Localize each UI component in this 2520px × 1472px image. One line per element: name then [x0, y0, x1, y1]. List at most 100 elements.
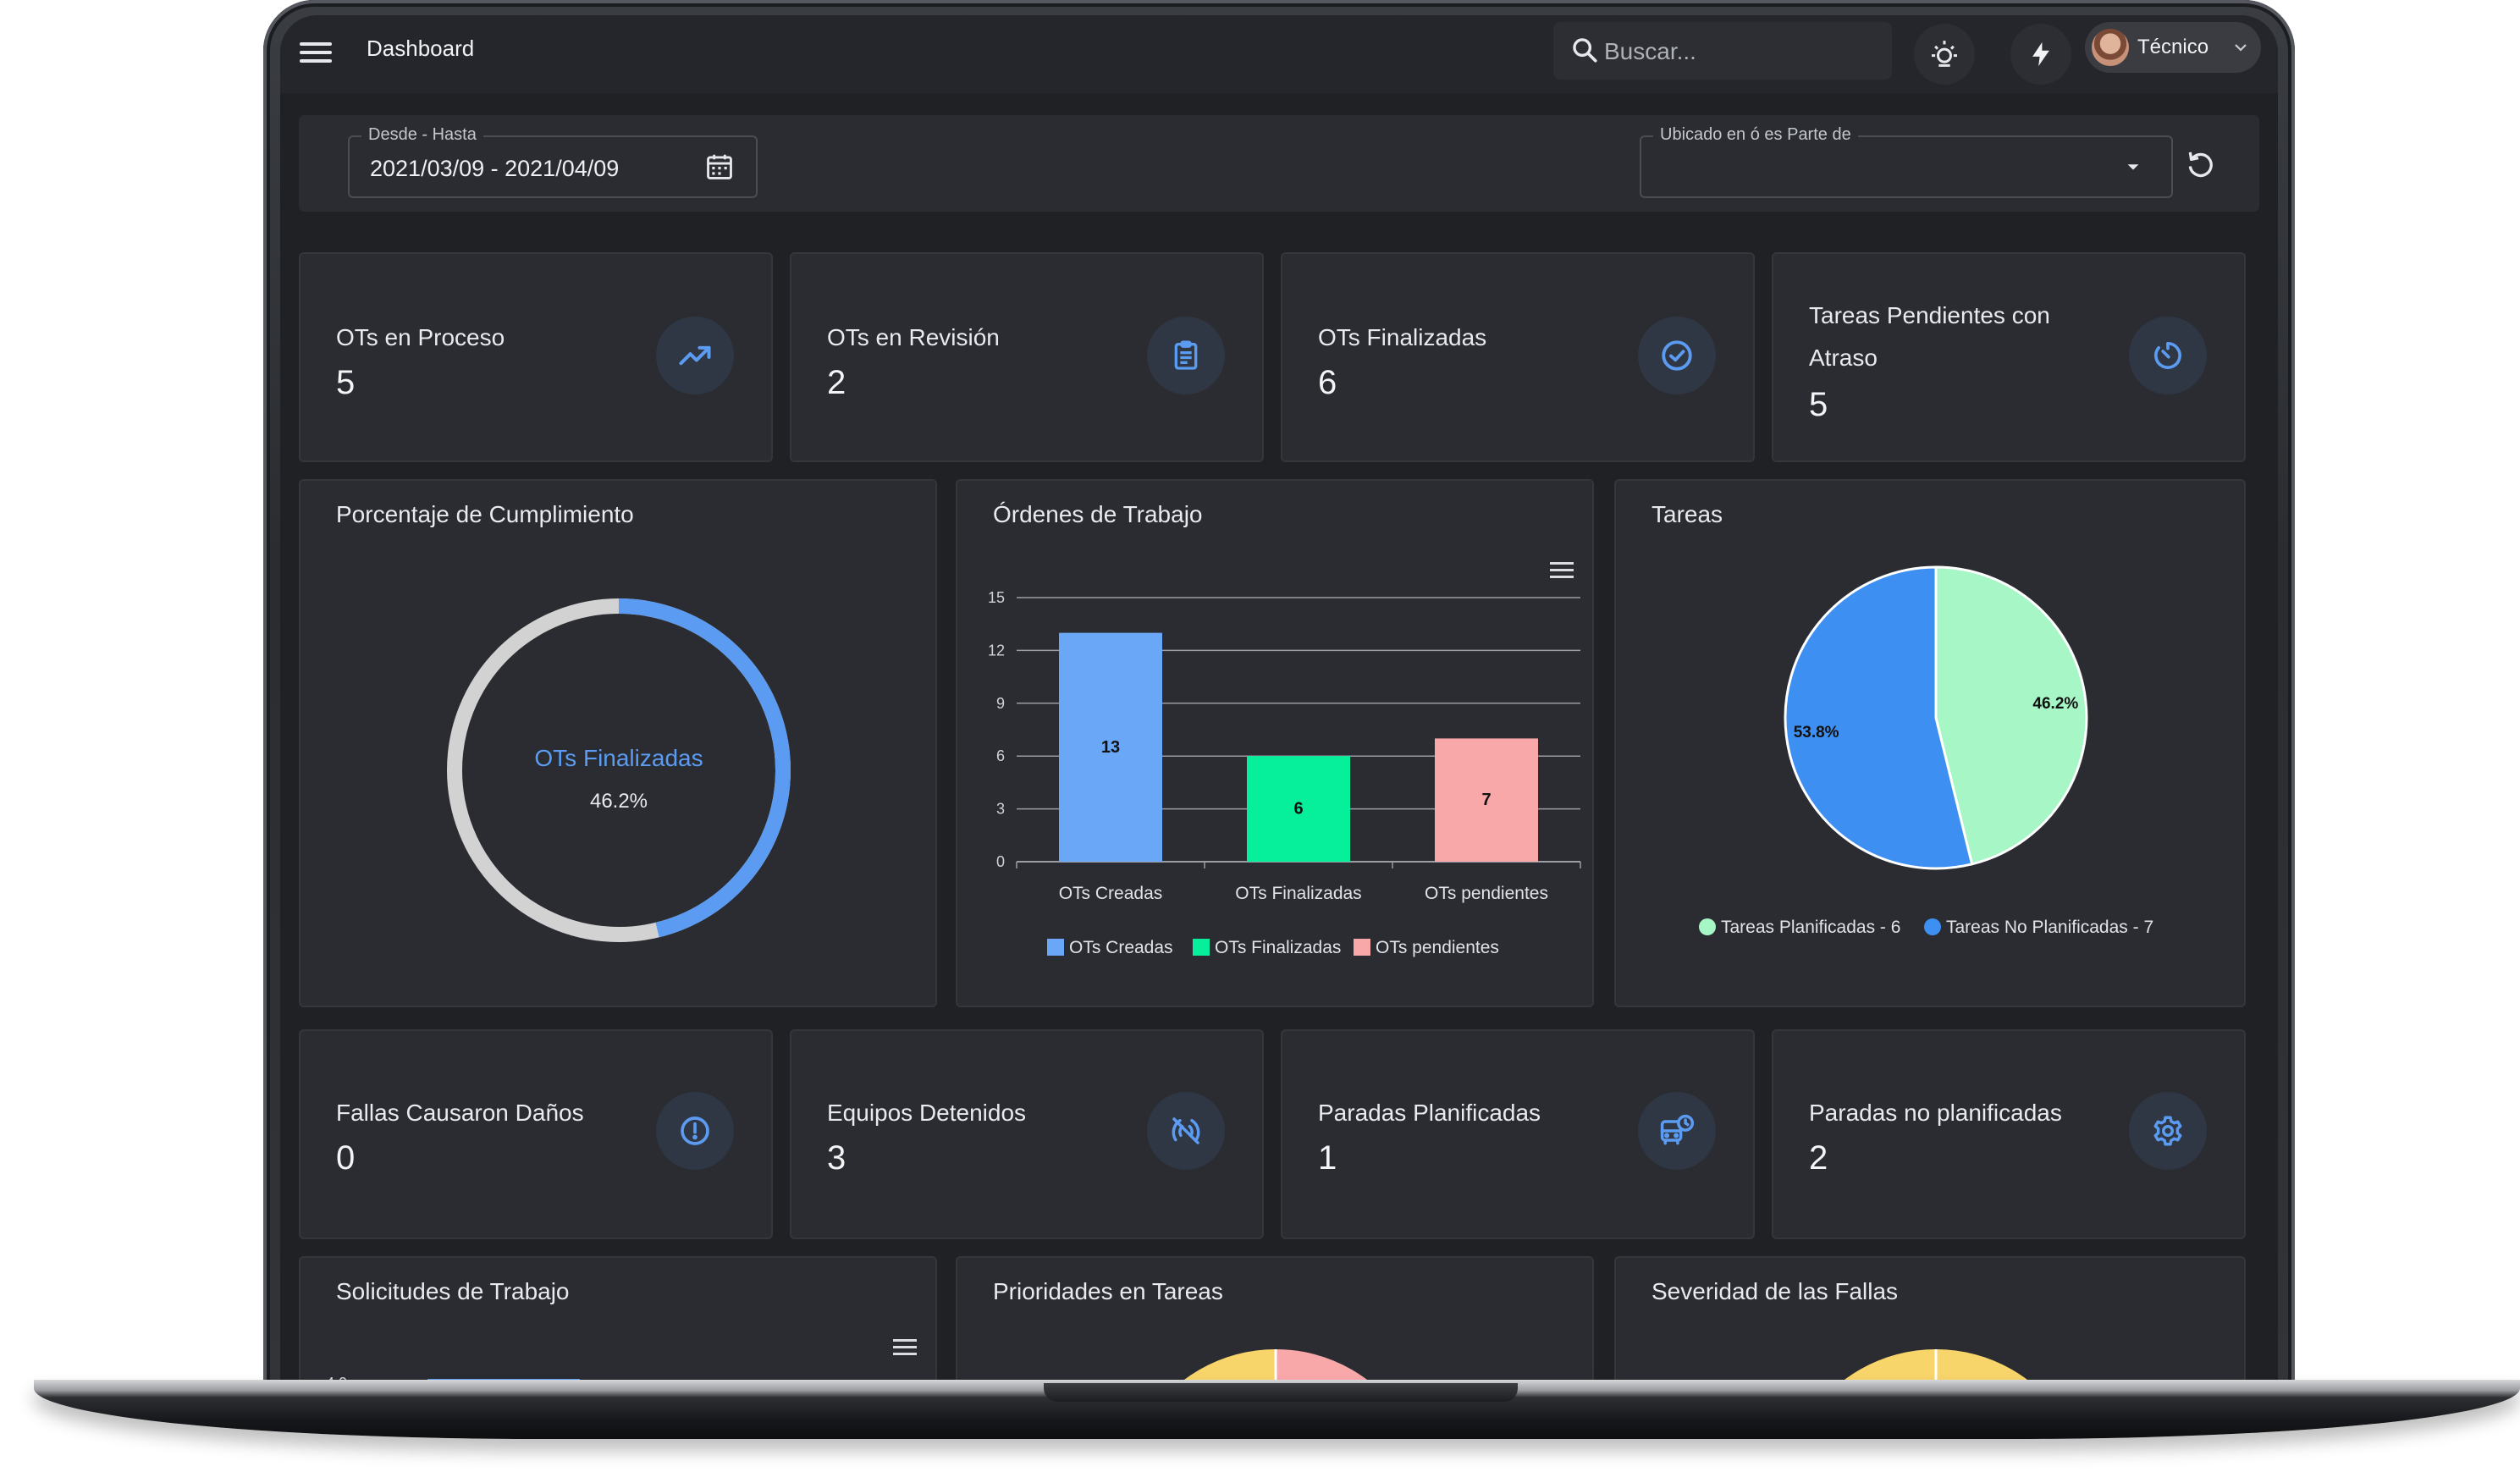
legend-swatch [1924, 918, 1941, 935]
location-label: Ubicado en ó es Parte de [1653, 125, 1858, 145]
stat-label: Paradas Planificadas [1318, 1100, 1541, 1126]
stat-card-ots-revision: OTs en Revisión 2 [790, 252, 1264, 462]
slice-label: 53.8% [1794, 724, 1839, 742]
stat-value: 3 [827, 1139, 846, 1177]
stat-card-equipos: Equipos Detenidos 3 [790, 1029, 1264, 1239]
stat-icon-badge [656, 1092, 734, 1170]
stat-icon-badge [1638, 317, 1716, 394]
x-tick-label: OTs pendientes [1425, 884, 1548, 903]
slice-label: 46.2% [2032, 695, 2078, 713]
theme-toggle-button[interactable] [1914, 24, 1975, 85]
y-tick-label: 0 [996, 853, 1005, 870]
compliance-donut-chart: OTs Finalizadas 46.2% [447, 598, 791, 942]
data-label: 7 [1481, 791, 1491, 809]
trending-up-icon [679, 345, 711, 366]
legend-item[interactable]: Tareas Planificadas - 6 [1721, 918, 1900, 937]
panel-tareas: Tareas 46.2% 53.8% Tareas Planificadas - 6… [1614, 479, 2246, 1007]
user-menu[interactable]: Técnico [2085, 22, 2261, 73]
panel-solicitudes: Solicitudes de Trabajo 4.0 [299, 1256, 937, 1387]
panel-cumplimiento: Porcentaje de Cumplimiento OTs Finalizad… [299, 479, 937, 1007]
data-label: 6 [1293, 800, 1303, 819]
legend-swatch [1047, 939, 1064, 956]
stat-value: 6 [1318, 364, 1337, 401]
prioridades-pie-chart [1176, 1348, 1376, 1387]
device-notch [1044, 1383, 1518, 1402]
calendar-icon[interactable] [703, 151, 736, 183]
x-tick-label: OTs Finalizadas [1235, 884, 1361, 903]
severidad-pie-chart [1836, 1348, 2036, 1387]
y-tick-label: 6 [996, 747, 1005, 764]
legend-item[interactable]: OTs Finalizadas [1215, 938, 1341, 957]
y-tick-label: 9 [996, 695, 1005, 712]
panel-prioridades: Prioridades en Tareas [956, 1256, 1594, 1387]
chevron-down-icon [2235, 44, 2247, 52]
y-tick-label: 12 [988, 642, 1005, 659]
tareas-pie-chart: 46.2% 53.8% Tareas Planificadas - 6 Tareas … [1699, 565, 2153, 937]
stat-card-tareas-atraso: Tareas Pendientes con Atraso 5 [1772, 252, 2246, 462]
page-title: Dashboard [367, 36, 475, 61]
bus-clock-icon [1660, 1114, 1695, 1145]
legend-item[interactable]: OTs pendientes [1376, 938, 1499, 957]
theme-toggle-icon [1932, 41, 1957, 67]
stat-card-paradas-planificadas: Paradas Planificadas 1 [1281, 1029, 1755, 1239]
date-range-label: Desde - Hasta [361, 125, 483, 145]
gear-icon [2153, 1116, 2182, 1146]
user-name: Técnico [2137, 36, 2209, 58]
dropdown-arrow-icon [2127, 164, 2139, 170]
stat-icon-badge [1147, 317, 1225, 394]
legend-swatch [1354, 939, 1370, 956]
y-tick-label: 15 [988, 589, 1005, 606]
flash-icon [2032, 41, 2049, 67]
timer-icon [2153, 342, 2181, 369]
stat-icon-badge [1638, 1092, 1716, 1170]
stat-value: 0 [336, 1139, 356, 1177]
donut-center-value: 46.2% [590, 790, 648, 813]
date-range-field[interactable]: Desde - Hasta 2021/03/09 - 2021/04/09 [348, 125, 758, 198]
flash-button[interactable] [2010, 24, 2071, 85]
stat-value: 1 [1318, 1139, 1337, 1177]
search-input[interactable] [1602, 30, 1877, 73]
legend-swatch [1699, 918, 1716, 935]
stat-card-ots-proceso: OTs en Proceso 5 [299, 252, 773, 462]
filter-bar: Desde - Hasta 2021/03/09 - 2021/04/09 Ub… [299, 115, 2259, 212]
stat-label: Tareas Pendientes con Atraso [1809, 302, 2050, 371]
panel-ordenes: Órdenes de Trabajo 15 12 9 6 3 0 13 OTs Creadas… [956, 479, 1594, 1007]
menu-icon[interactable] [300, 37, 332, 66]
stat-label: Fallas Causaron Daños [336, 1100, 584, 1126]
stat-value: 2 [827, 364, 846, 401]
stat-icon-badge [2129, 1092, 2207, 1170]
panel-severidad: Severidad de las Fallas [1614, 1256, 2246, 1387]
search-box[interactable] [1553, 22, 1892, 80]
data-label: 13 [1101, 738, 1120, 757]
legend-item[interactable]: Tareas No Planificadas - 7 [1946, 918, 2153, 937]
stat-value: 5 [336, 364, 356, 401]
date-range-value: 2021/03/09 - 2021/04/09 [370, 156, 620, 181]
reset-icon[interactable] [2183, 147, 2217, 181]
solicitudes-chart: 4.0 [326, 1375, 924, 1387]
stat-icon-badge [1147, 1092, 1225, 1170]
location-select[interactable]: Ubicado en ó es Parte de [1640, 125, 2173, 198]
ordenes-bar-chart: 15 12 9 6 3 0 13 OTs Creadas 6 OTs Finalizadas 7 OT… [988, 589, 1581, 957]
check-circle-icon [1662, 340, 1692, 371]
stat-value: 5 [1809, 386, 1828, 423]
y-tick-label: 3 [996, 801, 1005, 818]
signal-off-icon [1172, 1117, 1200, 1144]
stat-label: OTs Finalizadas [1318, 324, 1487, 350]
stat-label: OTs en Revisión [827, 324, 1000, 350]
stat-label: Equipos Detenidos [827, 1100, 1027, 1126]
stat-value: 2 [1809, 1139, 1828, 1177]
stat-label: Paradas no planificadas [1809, 1100, 2062, 1126]
search-icon [1573, 38, 1597, 63]
stat-icon-badge [656, 317, 734, 394]
alert-circle-icon [681, 1116, 709, 1145]
clipboard-icon [1174, 340, 1198, 370]
stat-label: OTs en Proceso [336, 324, 505, 350]
stat-card-fallas: Fallas Causaron Daños 0 [299, 1029, 773, 1239]
stat-card-paradas-no-planificadas: Paradas no planificadas 2 [1772, 1029, 2246, 1239]
legend-swatch [1193, 939, 1210, 956]
legend-item[interactable]: OTs Creadas [1069, 938, 1173, 957]
x-tick-label: OTs Creadas [1059, 884, 1163, 903]
top-bar: Dashboard Técnico [280, 15, 2278, 93]
donut-center-label: OTs Finalizadas [534, 745, 703, 771]
app-screen: Dashboard Técnico Desde - Hasta 2021/03/… [280, 15, 2278, 1387]
